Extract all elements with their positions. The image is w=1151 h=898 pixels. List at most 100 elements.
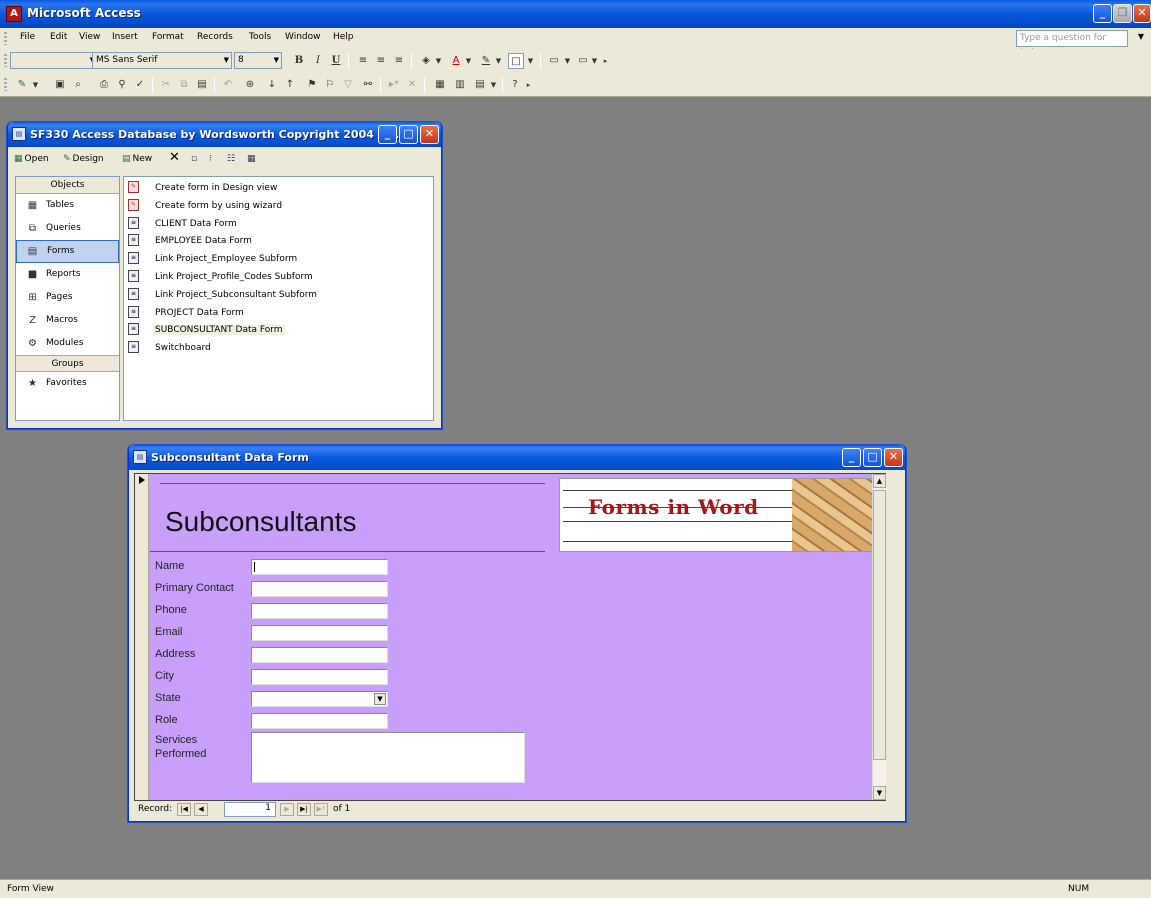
primary-contact-field[interactable]: [251, 581, 388, 597]
new-button[interactable]: ▤ New: [122, 154, 152, 164]
chevron-down-icon[interactable]: ▼: [489, 77, 498, 93]
restore-icon[interactable]: ❐: [1113, 4, 1132, 23]
delete-icon[interactable]: ✕: [169, 150, 180, 165]
objects-item-tables[interactable]: ▦ Tables: [16, 194, 119, 217]
font-color-icon[interactable]: A: [448, 53, 464, 69]
spelling-icon[interactable]: ✓: [132, 77, 148, 93]
print-preview-icon[interactable]: ⚲: [114, 77, 130, 93]
objects-item-queries[interactable]: ⧉ Queries: [16, 217, 119, 240]
list-item[interactable]: ✎ Create form in Design view: [124, 179, 433, 197]
border-style-icon[interactable]: ▭: [546, 53, 562, 69]
design-button[interactable]: ✎ Design: [63, 154, 104, 164]
find-icon[interactable]: ⚯: [360, 77, 376, 93]
properties-icon[interactable]: ▦: [432, 77, 448, 93]
list-item[interactable]: ≡ Link Project_Profile_Codes Subform: [124, 268, 433, 286]
close-icon[interactable]: ✕: [420, 125, 439, 144]
objects-item-macros[interactable]: Z Macros: [16, 309, 119, 332]
bold-button[interactable]: B: [291, 53, 307, 69]
menu-records[interactable]: Records: [197, 32, 233, 42]
menu-window[interactable]: Window: [285, 32, 321, 42]
apply-filter-icon[interactable]: ▽: [340, 77, 356, 93]
state-select[interactable]: ▼: [251, 691, 388, 707]
open-button[interactable]: ▦ Open: [14, 154, 49, 164]
objects-item-forms[interactable]: ▤ Forms: [16, 240, 119, 263]
chevron-down-icon[interactable]: ▼: [494, 53, 503, 69]
toolbar-options-icon[interactable]: ▸: [601, 53, 610, 69]
services-performed-field[interactable]: [251, 732, 525, 783]
role-field[interactable]: [251, 713, 388, 729]
name-field[interactable]: [251, 559, 388, 575]
print-icon[interactable]: ⎙: [96, 77, 112, 93]
filter-by-form-icon[interactable]: ⚐: [322, 77, 338, 93]
save-icon[interactable]: ▣: [52, 77, 68, 93]
toolbar-options-icon[interactable]: ▸: [524, 77, 533, 93]
scroll-up-icon[interactable]: ▲: [873, 474, 886, 488]
list-item[interactable]: ≡ Switchboard: [124, 339, 433, 357]
menu-format[interactable]: Format: [152, 32, 184, 42]
minimize-icon[interactable]: _: [842, 448, 861, 467]
chevron-down-icon[interactable]: ▼: [374, 693, 386, 705]
special-effect-icon[interactable]: ▭: [575, 53, 591, 69]
file-search-icon[interactable]: ⌕: [70, 77, 86, 93]
current-record-input[interactable]: 1: [224, 802, 276, 817]
undo-icon[interactable]: ↶: [220, 77, 236, 93]
new-record-icon[interactable]: ▸*: [386, 77, 402, 93]
chevron-down-icon[interactable]: ▼: [563, 53, 572, 69]
paste-icon[interactable]: ▤: [194, 77, 210, 93]
menu-file[interactable]: File: [20, 32, 35, 42]
delete-record-icon[interactable]: ✕: [404, 77, 420, 93]
objects-item-pages[interactable]: ⊞ Pages: [16, 286, 119, 309]
menu-insert[interactable]: Insert: [112, 32, 138, 42]
list-item[interactable]: ≡ Link Project_Employee Subform: [124, 250, 433, 268]
phone-field[interactable]: [251, 603, 388, 619]
cut-icon[interactable]: ✂: [158, 77, 174, 93]
menu-view[interactable]: View: [79, 32, 100, 42]
next-record-icon[interactable]: ▶: [280, 803, 294, 816]
maximize-icon[interactable]: □: [863, 448, 882, 467]
help-question-input[interactable]: Type a question for help: [1016, 30, 1128, 58]
small-icons-icon[interactable]: ⁝: [209, 154, 212, 164]
align-left-icon[interactable]: ≡: [355, 53, 371, 69]
form-window-title-bar[interactable]: ▤ Subconsultant Data Form _ □ ✕: [129, 445, 905, 470]
line-width-icon[interactable]: □: [508, 53, 524, 69]
insert-hyperlink-icon[interactable]: ⊛: [242, 77, 258, 93]
objects-header[interactable]: Objects: [16, 177, 119, 194]
first-record-icon[interactable]: |◀: [177, 803, 191, 816]
database-window-icon[interactable]: ▥: [452, 77, 468, 93]
maximize-icon[interactable]: □: [399, 125, 418, 144]
help-dropdown-icon[interactable]: ▼: [1138, 32, 1144, 41]
email-field[interactable]: [251, 625, 388, 641]
chevron-down-icon[interactable]: ▼: [464, 53, 473, 69]
italic-button[interactable]: I: [310, 53, 326, 69]
chevron-down-icon[interactable]: ▼: [590, 53, 599, 69]
new-record-icon[interactable]: ▶*: [314, 803, 328, 816]
objects-item-reports[interactable]: ■ Reports: [16, 263, 119, 286]
chevron-down-icon[interactable]: ▼: [526, 53, 535, 69]
scroll-thumb[interactable]: [873, 490, 886, 760]
minimize-icon[interactable]: _: [378, 125, 397, 144]
view-icon[interactable]: ✎: [14, 77, 30, 93]
menu-help[interactable]: Help: [333, 32, 354, 42]
help-icon[interactable]: ?: [507, 77, 523, 93]
address-field[interactable]: [251, 647, 388, 663]
list-item-selected[interactable]: ≡ SUBCONSULTANT Data Form: [124, 321, 433, 339]
list-item[interactable]: ≡ Link Project_Subconsultant Subform: [124, 286, 433, 304]
large-icons-icon[interactable]: ▫: [191, 154, 197, 164]
list-item[interactable]: ✎ Create form by using wizard: [124, 197, 433, 215]
list-item[interactable]: ≡ PROJECT Data Form: [124, 304, 433, 322]
menu-tools[interactable]: Tools: [249, 32, 271, 42]
record-selector[interactable]: [135, 474, 149, 800]
font-size-combo[interactable]: 8 ▼: [234, 52, 282, 69]
chevron-down-icon[interactable]: ▼: [31, 77, 40, 93]
filter-by-selection-icon[interactable]: ⚑: [304, 77, 320, 93]
align-right-icon[interactable]: ≡: [391, 53, 407, 69]
underline-button[interactable]: U: [328, 53, 344, 69]
object-combo[interactable]: ▼: [10, 52, 98, 69]
list-view-icon[interactable]: ☷: [227, 154, 235, 164]
sort-ascending-icon[interactable]: ↓: [264, 77, 280, 93]
line-color-icon[interactable]: ✎: [478, 53, 494, 69]
minimize-icon[interactable]: _: [1093, 4, 1112, 23]
chevron-down-icon[interactable]: ▼: [434, 53, 443, 69]
menu-edit[interactable]: Edit: [50, 32, 67, 42]
details-view-icon[interactable]: ▦: [247, 154, 256, 164]
